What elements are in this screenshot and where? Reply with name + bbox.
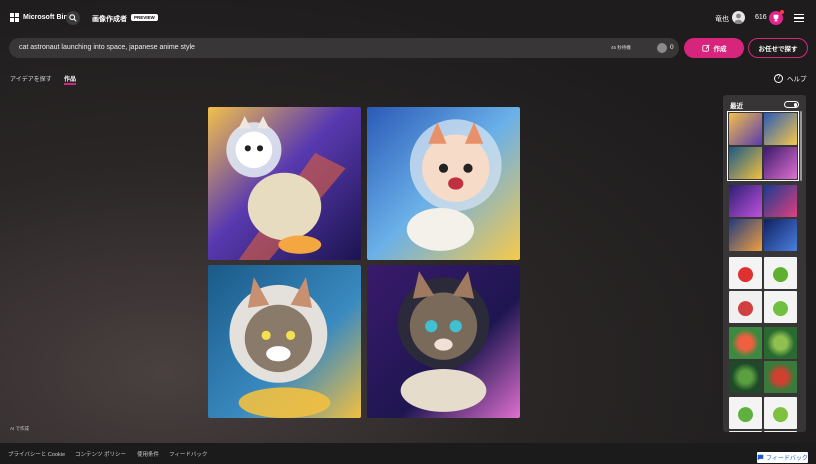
brand-name: Microsoft Bing <box>23 14 72 21</box>
generated-image-3[interactable] <box>208 265 361 418</box>
thumbnail <box>764 147 797 179</box>
header: Microsoft Bing 画像作成者 PREVIEW 竜也 616 <box>0 0 816 38</box>
thumbnail <box>729 147 762 179</box>
thumbnail <box>764 291 797 323</box>
thumbnail <box>764 327 797 359</box>
generated-image-2[interactable] <box>367 107 520 260</box>
rewards-points[interactable]: 616 <box>755 14 767 21</box>
recent-item-1[interactable] <box>727 111 799 181</box>
user-icon <box>734 13 743 24</box>
create-icon <box>701 44 710 52</box>
footer-link-feedback[interactable]: フィードバック <box>169 450 207 458</box>
thumbnail <box>764 257 797 289</box>
footer-link-content-policy[interactable]: コンテンツ ポリシー <box>75 450 126 458</box>
trophy-icon <box>773 14 779 22</box>
cat-astronaut-image <box>208 265 361 418</box>
thumbnail <box>729 219 762 251</box>
search-icon <box>69 14 77 22</box>
thumbnail <box>764 397 797 429</box>
surprise-me-button[interactable]: お任せで探す <box>748 38 808 58</box>
thumbnail <box>764 431 797 432</box>
create-label: 作成 <box>713 46 727 53</box>
thumbnail <box>729 361 762 393</box>
recent-panel: 最近 <box>723 95 806 432</box>
wait-timer: 45 秒待機 <box>611 45 631 50</box>
recent-item-3[interactable] <box>729 257 797 323</box>
avatar[interactable] <box>732 11 745 24</box>
recent-scrollbar[interactable] <box>800 111 802 181</box>
tab-creations[interactable]: 作品 <box>64 74 76 83</box>
thumbnail <box>729 291 762 323</box>
recent-title: 最近 <box>730 103 743 110</box>
cat-astronaut-image <box>367 107 520 260</box>
create-button[interactable]: 作成 <box>684 38 744 58</box>
thumbnail <box>764 185 797 217</box>
thumbnail <box>764 219 797 251</box>
boost-coin-icon <box>657 43 667 53</box>
notification-dot <box>780 10 784 14</box>
app-title[interactable]: 画像作成者 <box>92 14 127 24</box>
help-link[interactable]: ? ヘルプ <box>774 73 807 83</box>
thumbnail <box>764 113 797 145</box>
user-name[interactable]: 竜也 <box>715 14 729 24</box>
thumbnail <box>729 257 762 289</box>
bing-logo[interactable]: Microsoft Bing <box>10 13 72 22</box>
feedback-button-label: フィードバック <box>766 456 808 462</box>
thumbnail <box>729 431 762 432</box>
cat-astronaut-image <box>367 265 520 418</box>
preview-badge: PREVIEW <box>131 14 158 21</box>
recent-toggle[interactable] <box>784 101 799 108</box>
boost-count: 0 <box>670 44 674 51</box>
generated-image-4[interactable] <box>367 265 520 418</box>
thumbnail <box>764 361 797 393</box>
thumbnail <box>729 397 762 429</box>
prompt-text[interactable]: cat astronaut launching into space, japa… <box>19 44 195 51</box>
chat-icon <box>757 454 764 461</box>
feedback-button[interactable]: フィードバック <box>757 452 808 463</box>
cat-astronaut-image <box>208 107 361 260</box>
recent-item-2[interactable] <box>729 185 797 251</box>
surprise-label: お任せで探す <box>758 46 798 53</box>
help-icon: ? <box>774 73 783 83</box>
footer: プライバシーと Cookie コンテンツ ポリシー 使用条件 フィードバック <box>0 443 816 464</box>
thumbnail <box>729 327 762 359</box>
generated-image-1[interactable] <box>208 107 361 260</box>
prompt-input[interactable]: cat astronaut launching into space, japa… <box>9 38 679 58</box>
active-tab-indicator <box>64 83 76 85</box>
thumbnail <box>729 185 762 217</box>
recent-item-4[interactable] <box>729 327 797 393</box>
tab-explore-ideas[interactable]: アイデアを探す <box>10 74 52 83</box>
hamburger-menu-icon[interactable] <box>794 14 804 22</box>
microsoft-logo-icon <box>10 13 19 22</box>
footer-link-terms[interactable]: 使用条件 <box>137 450 159 458</box>
recent-item-5[interactable] <box>729 397 797 432</box>
thumbnail <box>729 113 762 145</box>
search-button[interactable] <box>66 11 80 25</box>
help-label: ヘルプ <box>787 76 807 83</box>
ai-generated-label: AI で作成 <box>10 426 30 431</box>
footer-link-privacy[interactable]: プライバシーと Cookie <box>8 450 65 458</box>
